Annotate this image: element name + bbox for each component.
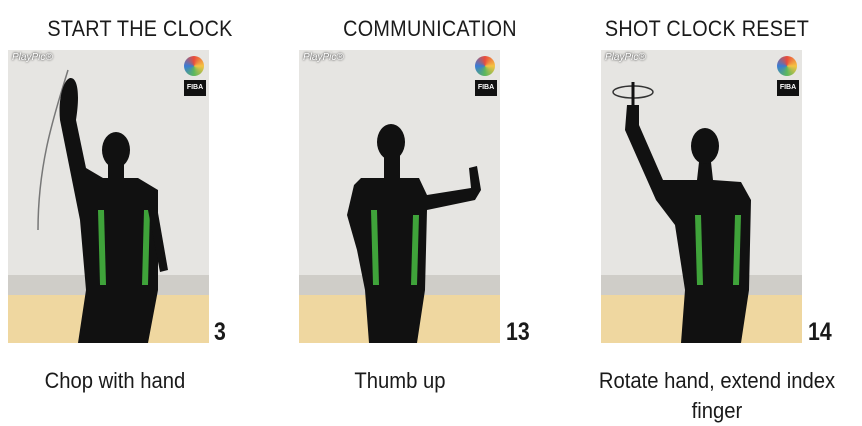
signal-number: 13	[506, 318, 530, 346]
signal-panel-start-clock: START THE CLOCK PlayPic® FIBA 3 Chop wit…	[0, 0, 280, 418]
playpic-watermark: PlayPic®	[605, 52, 646, 63]
signal-number: 3	[214, 318, 226, 346]
signal-panel-shot-clock-reset: SHOT CLOCK RESET PlayPic® FIBA 14 Rotate…	[582, 0, 862, 423]
signal-caption: Chop with hand	[44, 368, 186, 393]
referee-photo-shot-clock-reset: PlayPic® FIBA	[601, 50, 802, 343]
signal-number: 14	[808, 318, 832, 346]
playpic-watermark: PlayPic®	[12, 52, 53, 63]
fiba-logo: FIBA	[777, 56, 799, 102]
playpic-watermark: PlayPic®	[303, 52, 344, 63]
signal-caption: Thumb up	[354, 368, 446, 393]
fiba-logo: FIBA	[184, 56, 206, 102]
referee-photo-start-clock: PlayPic® FIBA	[8, 50, 209, 343]
signal-panel-communication: COMMUNICATION PlayPic® FIBA 13 Thumb up	[290, 0, 570, 418]
signal-title: START THE CLOCK	[47, 16, 233, 41]
signal-caption: Rotate hand, extend index finger	[598, 368, 836, 423]
signal-title: SHOT CLOCK RESET	[604, 16, 810, 41]
fiba-logo: FIBA	[475, 56, 497, 102]
referee-photo-communication: PlayPic® FIBA	[299, 50, 500, 343]
signal-title: COMMUNICATION	[343, 16, 517, 41]
